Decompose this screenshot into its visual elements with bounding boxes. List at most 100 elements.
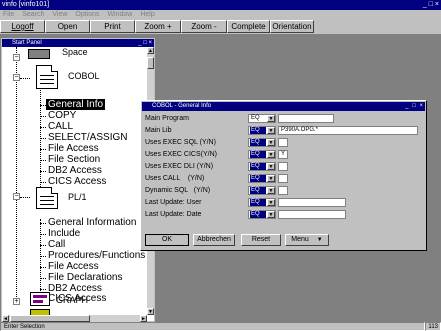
vertical-scroll-thumb[interactable] — [147, 57, 154, 69]
horizontal-scroll-thumb[interactable] — [10, 315, 90, 322]
dropdown-arrow-icon[interactable]: ▼ — [267, 151, 275, 158]
abbrechen-button[interactable]: Abbrechen — [193, 234, 235, 246]
tree-connector — [40, 223, 46, 224]
orientation-button[interactable]: Orientation — [270, 20, 314, 33]
field-label-uses-call: Uses CALL (Y/N) — [145, 175, 205, 182]
field-label-uses-exec-sql: Uses EXEC SQL (Y/N) — [145, 139, 216, 146]
op-select-dynamic-sql[interactable]: EQ ▼ — [248, 186, 276, 195]
op-value: EQ — [250, 175, 266, 182]
tree-connector — [40, 234, 46, 235]
op-select-uses-call[interactable]: EQ ▼ — [248, 174, 276, 183]
op-select-main-lib[interactable]: EQ ▼ — [248, 126, 276, 135]
expander-pl1[interactable]: − — [13, 193, 20, 200]
input-uses-call[interactable] — [278, 174, 288, 183]
dropdown-arrow-icon[interactable]: ▼ — [267, 187, 275, 194]
zoom-in-button[interactable]: Zoom + — [135, 20, 181, 33]
field-label-last-update-date: Last Update: Date — [145, 211, 202, 218]
input-dynamic-sql[interactable] — [278, 186, 288, 195]
menu-window[interactable]: Window — [107, 11, 132, 18]
reset-button[interactable]: Reset — [241, 234, 281, 246]
print-button[interactable]: Print — [90, 20, 135, 33]
tree-connector — [40, 87, 41, 197]
dialog-title-bar: COBOL - General Info _ □ × — [142, 102, 425, 111]
start-panel-window-controls[interactable]: _ □ × — [138, 39, 152, 47]
app-window-controls[interactable]: _ □ × — [423, 0, 439, 10]
graph-icon — [30, 292, 50, 306]
tree-item-general-info[interactable]: General Info — [46, 99, 106, 110]
op-select-uses-exec-sql[interactable]: EQ ▼ — [248, 138, 276, 147]
tree-item-pl1-procedures[interactable]: Procedures/Functions — [48, 250, 145, 261]
input-last-update-user[interactable] — [278, 198, 346, 207]
dropdown-arrow-icon[interactable]: ▼ — [267, 115, 275, 122]
scroll-up-button[interactable]: ▲ — [147, 47, 154, 54]
tree-item-pl1-call[interactable]: Call — [48, 239, 65, 250]
zoom-out-button[interactable]: Zoom - — [181, 20, 227, 33]
tree-connector — [20, 197, 30, 198]
dropdown-arrow-icon[interactable]: ▼ — [267, 163, 275, 170]
dropdown-arrow-icon[interactable]: ▼ — [267, 139, 275, 146]
tree-item-pl1[interactable]: PL/1 — [68, 192, 87, 202]
tree-connector — [40, 256, 46, 257]
tree-connector — [40, 245, 46, 246]
field-label-uses-exec-cics: Uses EXEC CICS(Y/N) — [145, 151, 217, 158]
input-uses-exec-cics[interactable]: Y — [278, 150, 288, 159]
tree-item-graph[interactable]: GRAPH — [56, 295, 88, 305]
tree-item-pl1-file-access[interactable]: File Access — [48, 261, 99, 272]
expander-space[interactable]: − — [13, 54, 20, 61]
op-select-last-update-date[interactable]: EQ ▼ — [248, 210, 276, 219]
menu-button[interactable]: Menu ▼ — [285, 234, 329, 246]
logoff-button[interactable]: Logoff — [0, 20, 45, 33]
tree-item-pl1-include[interactable]: Include — [48, 228, 80, 239]
scroll-down-button[interactable]: ▼ — [147, 308, 154, 315]
field-label-main-lib: Main Lib — [145, 127, 172, 134]
chevron-down-icon: ▼ — [316, 237, 323, 243]
scroll-right-button[interactable]: ► — [140, 315, 147, 322]
input-main-program[interactable] — [278, 114, 334, 123]
op-select-last-update-user[interactable]: EQ ▼ — [248, 198, 276, 207]
tree-item-file-access[interactable]: File Access — [48, 143, 99, 154]
tree-connector — [40, 116, 46, 117]
complete-button[interactable]: Complete — [227, 20, 270, 33]
input-last-update-date[interactable] — [278, 210, 346, 219]
open-button[interactable]: Open — [45, 20, 90, 33]
tree-connector — [16, 47, 17, 297]
tree-item-space[interactable]: Space — [62, 47, 88, 57]
input-main-lib[interactable]: P390A.OPG.* — [278, 126, 418, 135]
menu-file[interactable]: File — [3, 11, 14, 18]
menu-help[interactable]: Help — [140, 11, 154, 18]
menu-search[interactable]: Search — [22, 11, 44, 18]
tree-item-pl1-general-information[interactable]: General Information — [48, 217, 136, 228]
tree-item-pl1-file-declarations[interactable]: File Declarations — [48, 272, 122, 283]
menu-options[interactable]: Options — [75, 11, 99, 18]
op-select-uses-exec-cics[interactable]: EQ ▼ — [248, 150, 276, 159]
tree-item-select-assign[interactable]: SELECT/ASSIGN — [48, 132, 127, 143]
tree-item-file-section[interactable]: File Section — [48, 154, 100, 165]
field-label-main-program: Main Program — [145, 115, 189, 122]
tree-item-call[interactable]: CALL — [48, 121, 73, 132]
tree-horizontal-scrollbar[interactable]: ◄ ► — [2, 315, 147, 322]
tree-view: − Space − COBOL General Info COPY CALL S… — [2, 47, 147, 315]
expander-cobol[interactable]: − — [13, 74, 20, 81]
input-uses-exec-sql[interactable] — [278, 138, 288, 147]
dropdown-arrow-icon[interactable]: ▼ — [267, 127, 275, 134]
menu-bar: File Search View Options Window Help — [0, 10, 441, 20]
menu-view[interactable]: View — [52, 11, 67, 18]
input-uses-exec-dli[interactable] — [278, 162, 288, 171]
tree-item-cobol[interactable]: COBOL — [68, 71, 100, 81]
expander-graph[interactable]: + — [13, 298, 20, 305]
tree-item-db2-access[interactable]: DB2 Access — [48, 165, 102, 176]
app-title-bar: vinfo [vinfo101] _ □ × — [0, 0, 441, 10]
start-panel-title-bar: Start Panel _ □ × — [2, 39, 154, 47]
dropdown-arrow-icon[interactable]: ▼ — [267, 175, 275, 182]
dialog-window-controls[interactable]: _ □ × — [405, 102, 424, 111]
tree-item-cics-access[interactable]: CICS Access — [48, 176, 106, 187]
op-select-main-program[interactable]: EQ ▼ — [248, 114, 276, 123]
scroll-left-button[interactable]: ◄ — [2, 315, 9, 322]
dropdown-arrow-icon[interactable]: ▼ — [267, 199, 275, 206]
dropdown-arrow-icon[interactable]: ▼ — [267, 211, 275, 218]
ok-button[interactable]: OK — [145, 234, 189, 246]
tree-connector — [40, 127, 46, 128]
op-select-uses-exec-dli[interactable]: EQ ▼ — [248, 162, 276, 171]
status-bar: Enter Selection 113 — [0, 322, 441, 331]
tree-item-copy[interactable]: COPY — [48, 110, 76, 121]
